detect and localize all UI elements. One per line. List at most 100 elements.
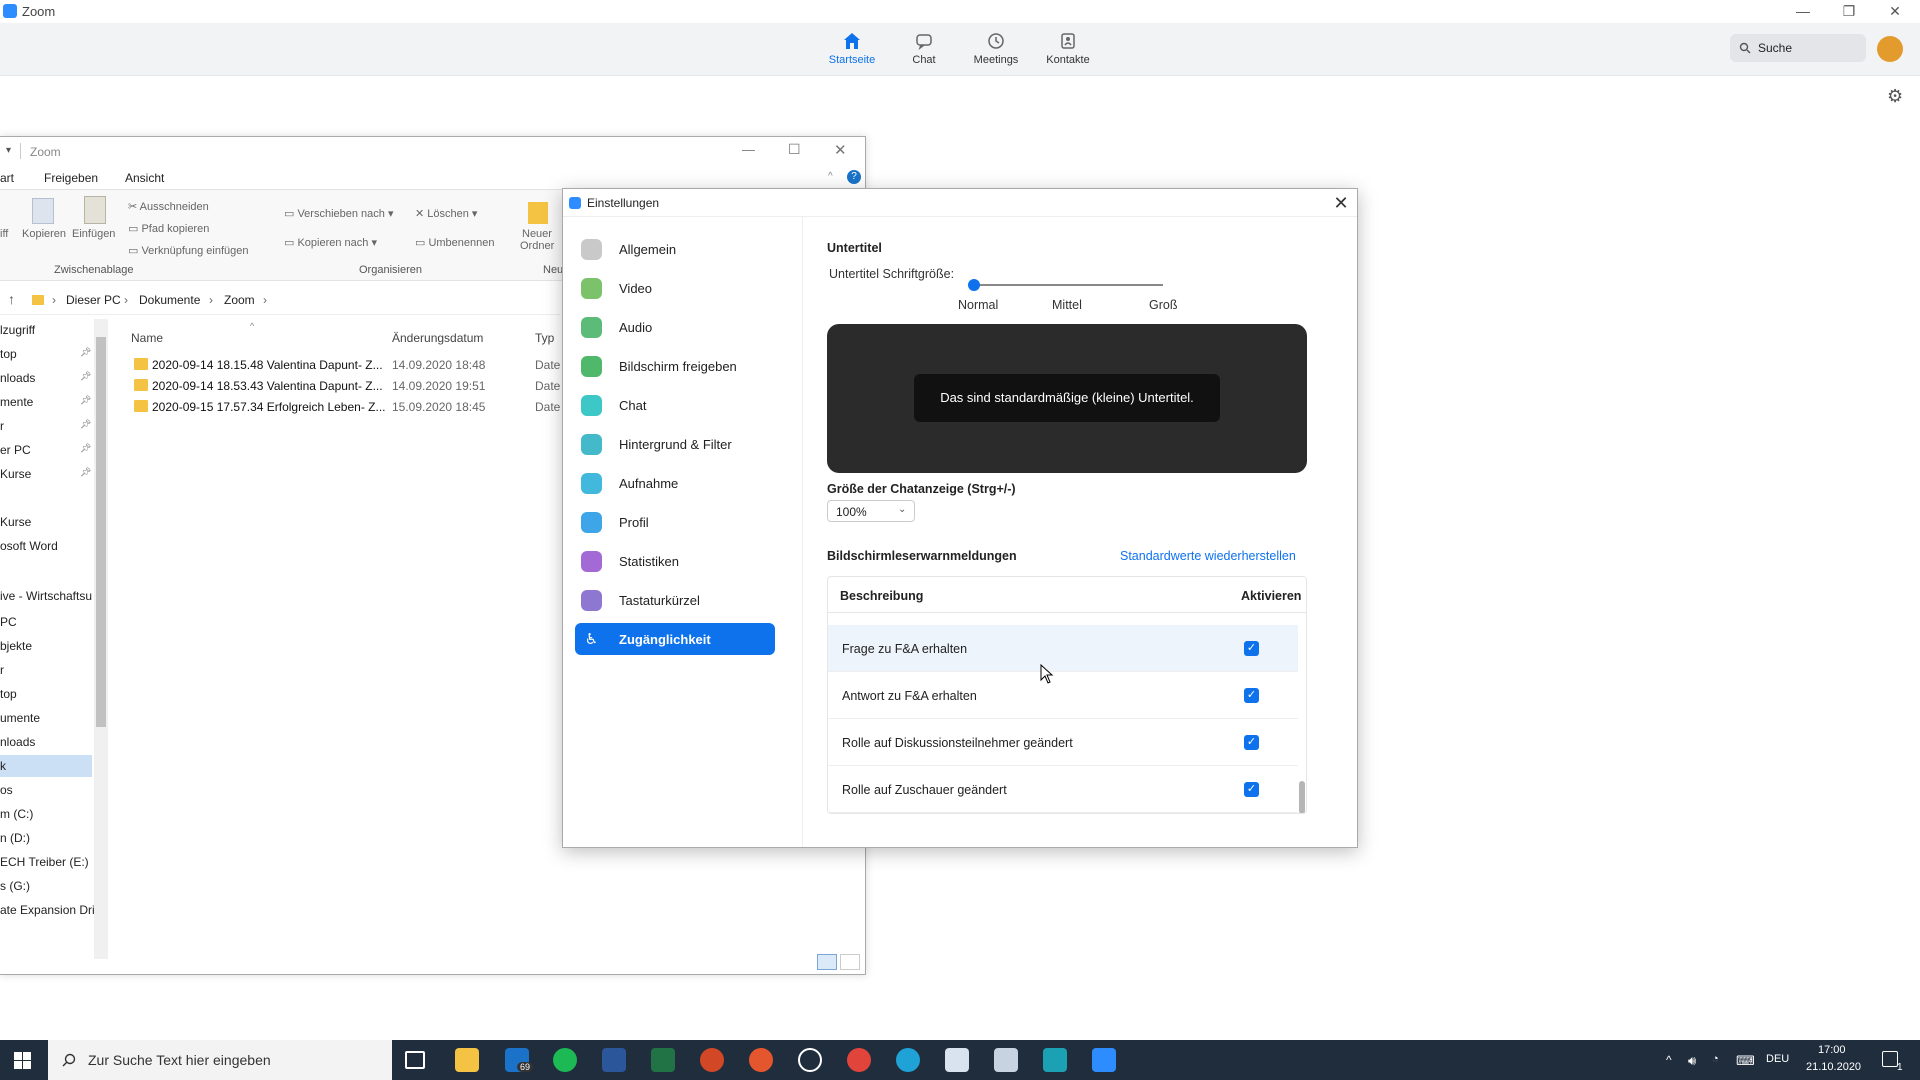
rename-button[interactable]: ▭ Umbenennen: [415, 236, 495, 249]
table-row[interactable]: Frage zu F&A erhalten ✓: [828, 625, 1298, 672]
table-row[interactable]: Rolle auf Diskussionsteilnehmer geändert…: [828, 719, 1298, 766]
nav-item[interactable]: s (G:): [0, 875, 92, 897]
tab-ansicht[interactable]: Ansicht: [125, 171, 164, 185]
task-view-icon[interactable]: [405, 1051, 425, 1069]
word-icon[interactable]: [602, 1048, 626, 1072]
slider-option-mittel[interactable]: Mittel: [1052, 298, 1082, 312]
language-indicator[interactable]: DEU: [1766, 1053, 1789, 1065]
tab-startseite[interactable]: Startseite: [817, 31, 887, 66]
nav-item[interactable]: k: [0, 755, 92, 777]
tab-kontakte[interactable]: Kontakte: [1033, 31, 1103, 66]
checkbox[interactable]: ✓: [1244, 641, 1259, 656]
taskbar-search-input[interactable]: Zur Suche Text hier eingeben: [48, 1040, 392, 1080]
gear-icon[interactable]: ⚙: [1887, 86, 1903, 107]
collapse-ribbon-icon[interactable]: ^: [828, 171, 833, 182]
keyboard-icon[interactable]: ⌨: [1736, 1053, 1755, 1069]
nav-item[interactable]: os: [0, 779, 92, 801]
spotify-icon[interactable]: [553, 1048, 577, 1072]
copy-path-button[interactable]: ▭ Pfad kopieren: [128, 222, 209, 235]
nav-item[interactable]: Kurse: [0, 511, 92, 533]
sidebar-item-audio[interactable]: Audio: [575, 311, 775, 343]
file-explorer-icon[interactable]: [455, 1048, 479, 1072]
tab-freigeben[interactable]: Freigeben: [44, 171, 98, 185]
copy-button[interactable]: Kopieren: [22, 228, 66, 240]
clock-time[interactable]: 17:00: [1818, 1044, 1846, 1056]
network-icon[interactable]: ◔: [1712, 1053, 1719, 1065]
move-to-button[interactable]: ▭ Verschieben nach ▾: [284, 207, 393, 220]
tab-chat[interactable]: Chat: [889, 31, 959, 66]
sidebar-item-statistiken[interactable]: Statistiken: [575, 545, 775, 577]
avatar[interactable]: [1877, 36, 1903, 62]
sidebar-item-hintergrund-filter[interactable]: Hintergrund & Filter: [575, 428, 775, 460]
restore-icon[interactable]: ❐: [1826, 0, 1872, 23]
nav-item[interactable]: top: [0, 683, 92, 705]
column-type[interactable]: Typ: [535, 331, 554, 345]
column-name[interactable]: Name: [131, 331, 163, 345]
delete-button[interactable]: ✕ Löschen ▾: [415, 207, 477, 220]
quick-access-dropdown-icon[interactable]: ▾: [6, 145, 11, 156]
zoom-search-input[interactable]: Suche: [1730, 34, 1866, 62]
minimize-icon[interactable]: —: [1780, 0, 1826, 23]
sidebar-item-profil[interactable]: Profil: [575, 506, 775, 538]
nav-item[interactable]: PC: [0, 611, 92, 633]
tray-chevron-up-icon[interactable]: ^: [1666, 1053, 1672, 1067]
windows-start-icon[interactable]: [14, 1052, 31, 1069]
nav-item[interactable]: [0, 559, 92, 581]
slider-handle[interactable]: [968, 279, 980, 291]
volume-icon[interactable]: 🔊︎: [1688, 1053, 1696, 1069]
new-folder-button[interactable]: Neuer: [522, 228, 552, 240]
checkbox[interactable]: ✓: [1244, 735, 1259, 750]
address-bar[interactable]: ↑ › Dieser PC › Dokumente › Zoom ›: [0, 285, 560, 315]
obs-icon[interactable]: [798, 1048, 822, 1072]
app-window-icon[interactable]: [945, 1048, 969, 1072]
paste-button[interactable]: Einfügen: [72, 228, 115, 240]
nav-item[interactable]: n (D:): [0, 827, 92, 849]
cut-button[interactable]: ✂ Ausschneiden: [128, 200, 209, 213]
app-icon[interactable]: [1043, 1048, 1067, 1072]
nav-item[interactable]: m (C:): [0, 803, 92, 825]
powerpoint-icon[interactable]: [700, 1048, 724, 1072]
nav-item[interactable]: umente: [0, 707, 92, 729]
edge-icon[interactable]: [896, 1048, 920, 1072]
maximize-icon[interactable]: ☐: [788, 141, 801, 158]
tab-meetings[interactable]: Meetings: [961, 31, 1031, 66]
nav-item[interactable]: r: [0, 659, 92, 681]
zoom-taskbar-icon[interactable]: [1092, 1048, 1116, 1072]
breadcrumb-dokumente[interactable]: Dokumente: [139, 293, 200, 307]
clock-date[interactable]: 21.10.2020: [1806, 1061, 1861, 1073]
checkbox[interactable]: ✓: [1244, 688, 1259, 703]
column-date[interactable]: Änderungsdatum: [392, 331, 483, 345]
close-icon[interactable]: ✕: [834, 141, 847, 159]
close-icon[interactable]: ✕: [1872, 0, 1918, 23]
excel-icon[interactable]: [651, 1048, 675, 1072]
nav-item[interactable]: ive - Wirtschaftsu: [0, 585, 92, 607]
checkbox[interactable]: ✓: [1244, 782, 1259, 797]
close-icon[interactable]: ✕: [1327, 191, 1355, 215]
breadcrumb-zoom[interactable]: Zoom: [224, 293, 255, 307]
notepad-icon[interactable]: [994, 1048, 1018, 1072]
font-size-slider[interactable]: [973, 284, 1163, 286]
nav-item[interactable]: osoft Word: [0, 535, 92, 557]
sidebar-item-bildschirm-freigeben[interactable]: Bildschirm freigeben: [575, 350, 775, 382]
tiles-view-icon[interactable]: [840, 954, 860, 970]
slider-option-gross[interactable]: Groß: [1149, 298, 1177, 312]
chrome-icon[interactable]: [847, 1048, 871, 1072]
details-view-icon[interactable]: [817, 954, 837, 970]
nav-item[interactable]: er PC: [0, 439, 92, 461]
app-icon[interactable]: [749, 1048, 773, 1072]
help-icon[interactable]: ?: [847, 170, 861, 184]
paste-shortcut-button[interactable]: ▭ Verknüpfung einfügen: [128, 244, 249, 257]
sidebar-item-zugaenglichkeit[interactable]: ♿︎ Zugänglichkeit: [575, 623, 775, 655]
nav-item[interactable]: Kurse: [0, 463, 92, 485]
new-folder-button-line2[interactable]: Ordner: [520, 240, 554, 252]
sidebar-item-chat[interactable]: Chat: [575, 389, 775, 421]
nav-item[interactable]: nloads: [0, 731, 92, 753]
nav-item[interactable]: ate Expansion Dri: [0, 899, 95, 921]
file-row[interactable]: 2020-09-15 17.57.34 Erfolgreich Leben- Z…: [130, 397, 560, 418]
nav-item[interactable]: ECH Treiber (E:): [0, 851, 92, 873]
table-row[interactable]: Antwort zu F&A erhalten ✓: [828, 672, 1298, 719]
sidebar-item-tastaturkuerzel[interactable]: Tastaturkürzel: [575, 584, 775, 616]
nav-item[interactable]: bjekte: [0, 635, 92, 657]
file-row[interactable]: 2020-09-14 18.53.43 Valentina Dapunt- Z.…: [130, 376, 560, 397]
sidebar-item-allgemein[interactable]: Allgemein: [575, 233, 775, 265]
